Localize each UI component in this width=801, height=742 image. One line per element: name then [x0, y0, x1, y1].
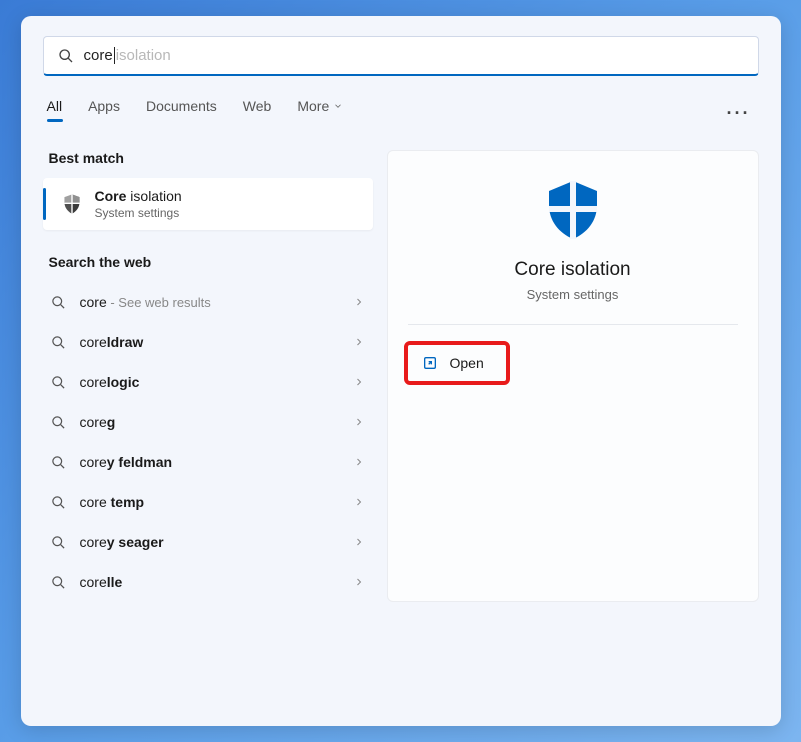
shield-icon [61, 193, 83, 215]
web-results-list: core - See web results coreldraw corelogic… [43, 282, 373, 602]
tab-apps[interactable]: Apps [88, 98, 120, 120]
web-result-text: coreg [80, 414, 116, 430]
web-result-text: corelle [80, 574, 123, 590]
best-match-title-bold: Core [95, 188, 127, 204]
open-button[interactable]: Open [404, 341, 510, 385]
search-icon [51, 495, 66, 510]
chevron-right-icon [353, 296, 365, 308]
web-result-text: corey seager [80, 534, 164, 550]
web-result-item[interactable]: coreg [43, 402, 373, 442]
start-search-panel: core isolation All Apps Documents Web Mo… [21, 16, 781, 726]
chevron-right-icon [353, 336, 365, 348]
chevron-right-icon [353, 376, 365, 388]
web-result-item[interactable]: corelle [43, 562, 373, 602]
search-icon [51, 535, 66, 550]
open-external-icon [422, 355, 438, 371]
web-result-text: core temp [80, 494, 145, 510]
more-options-button[interactable]: ··· [727, 103, 751, 124]
tab-documents[interactable]: Documents [146, 98, 217, 120]
divider [408, 324, 738, 325]
results-column: Best match Core isolation System setting… [43, 150, 373, 602]
best-match-header: Best match [43, 150, 373, 166]
open-label: Open [450, 355, 484, 371]
tab-more[interactable]: More [297, 98, 343, 120]
search-icon [51, 455, 66, 470]
best-match-text: Core isolation System settings [95, 188, 182, 220]
search-input[interactable]: core isolation [43, 36, 759, 76]
web-result-text: corey feldman [80, 454, 173, 470]
detail-pane: Core isolation System settings Open [387, 150, 759, 602]
search-text: core isolation [84, 47, 171, 64]
web-result-text: coreldraw [80, 334, 144, 350]
tab-more-label: More [297, 98, 329, 114]
chevron-right-icon [353, 496, 365, 508]
filter-tabs: All Apps Documents Web More [43, 98, 759, 120]
search-icon [51, 375, 66, 390]
text-cursor [114, 47, 115, 64]
defender-shield-icon [541, 177, 605, 241]
search-autocomplete: isolation [116, 47, 171, 64]
detail-subtitle: System settings [527, 287, 619, 302]
chevron-right-icon [353, 456, 365, 468]
detail-title: Core isolation [514, 259, 630, 281]
chevron-right-icon [353, 576, 365, 588]
web-result-item[interactable]: core - See web results [43, 282, 373, 322]
chevron-right-icon [353, 536, 365, 548]
web-result-text: corelogic [80, 374, 140, 390]
best-match-subtitle: System settings [95, 206, 182, 220]
tab-web[interactable]: Web [243, 98, 272, 120]
best-match-result[interactable]: Core isolation System settings [43, 178, 373, 230]
search-typed-text: core [84, 47, 113, 64]
search-icon [58, 48, 74, 64]
web-result-item[interactable]: coreldraw [43, 322, 373, 362]
search-icon [51, 575, 66, 590]
chevron-down-icon [333, 101, 343, 111]
tab-all[interactable]: All [47, 98, 63, 120]
search-web-header: Search the web [43, 254, 373, 270]
web-result-item[interactable]: corey seager [43, 522, 373, 562]
web-result-item[interactable]: corey feldman [43, 442, 373, 482]
search-icon [51, 335, 66, 350]
web-result-text: core - See web results [80, 294, 211, 310]
search-icon [51, 415, 66, 430]
web-result-item[interactable]: corelogic [43, 362, 373, 402]
web-result-item[interactable]: core temp [43, 482, 373, 522]
best-match-title-rest: isolation [126, 188, 181, 204]
chevron-right-icon [353, 416, 365, 428]
search-icon [51, 295, 66, 310]
